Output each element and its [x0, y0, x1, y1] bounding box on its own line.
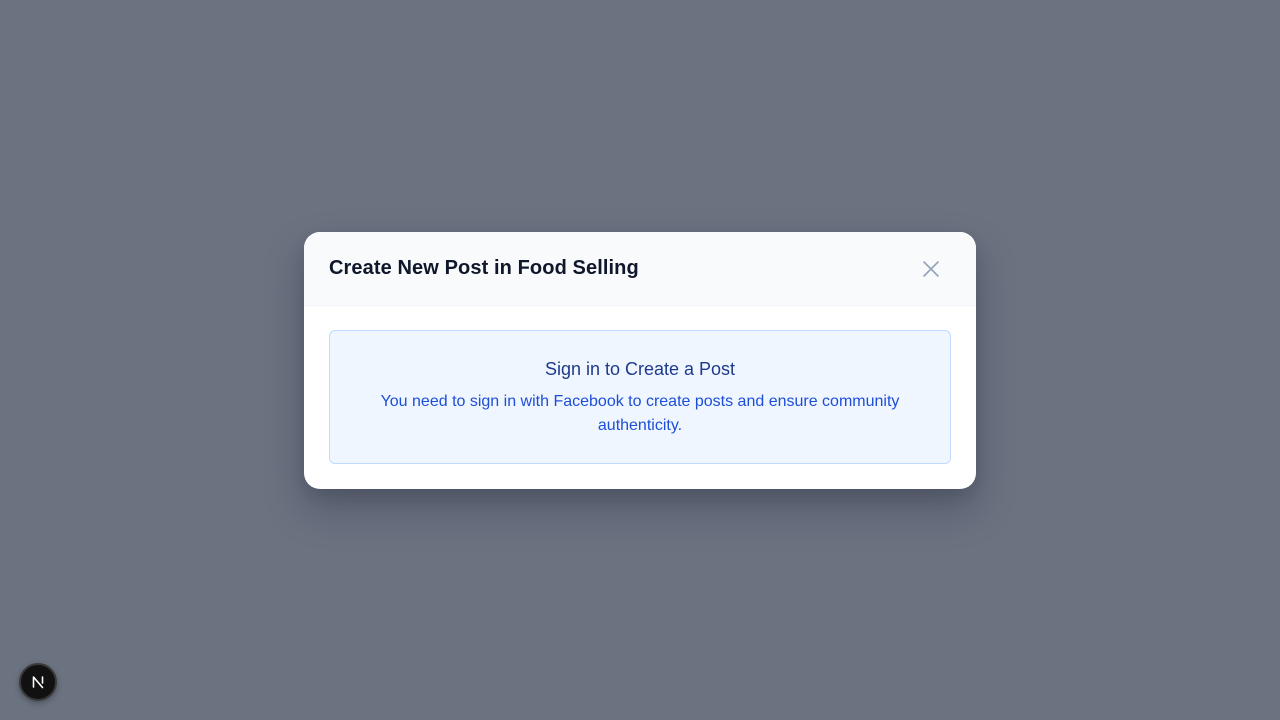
close-icon — [923, 260, 939, 277]
close-button[interactable] — [917, 255, 945, 283]
nextjs-logo-icon — [32, 676, 44, 689]
notice-title: Sign in to Create a Post — [544, 358, 736, 379]
notice-message: You need to sign in with Facebook to cre… — [380, 392, 900, 434]
modal-header: Create New Post in Food Selling — [304, 232, 976, 306]
create-post-modal: Create New Post in Food Selling Sign in … — [304, 232, 976, 489]
nextjs-dev-badge[interactable] — [19, 663, 57, 701]
modal-title: Create New Post in Food Selling — [329, 257, 639, 279]
sign-in-notice: Sign in to Create a Post You need to sig… — [329, 330, 951, 464]
modal-body: Sign in to Create a Post You need to sig… — [304, 306, 976, 489]
